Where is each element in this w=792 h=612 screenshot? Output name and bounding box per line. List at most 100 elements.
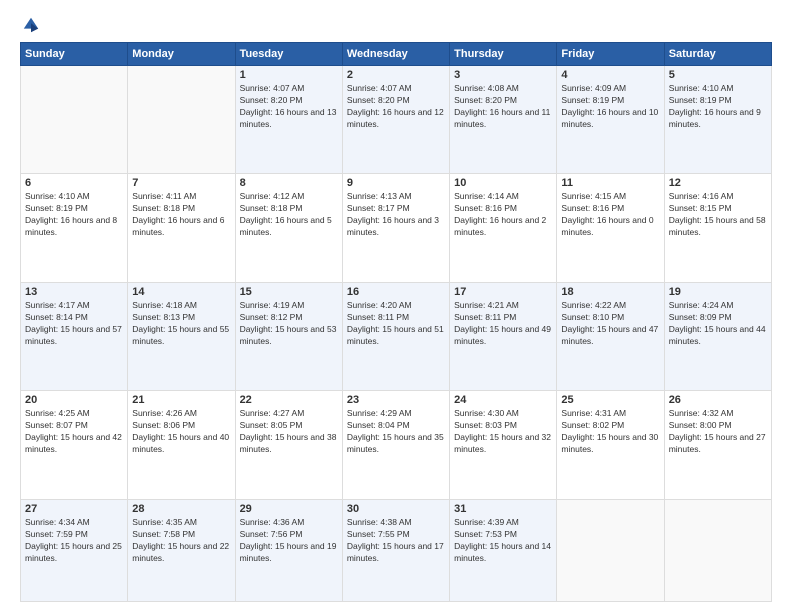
day-info: Sunrise: 4:34 AM Sunset: 7:59 PM Dayligh… (25, 517, 123, 565)
calendar-cell: 28 Sunrise: 4:35 AM Sunset: 7:58 PM Dayli… (128, 499, 235, 601)
day-info: Sunrise: 4:32 AM Sunset: 8:00 PM Dayligh… (669, 408, 767, 456)
day-number: 29 (240, 503, 338, 515)
day-info: Sunrise: 4:35 AM Sunset: 7:58 PM Dayligh… (132, 517, 230, 565)
day-number: 7 (132, 177, 230, 189)
day-number: 10 (454, 177, 552, 189)
day-info: Sunrise: 4:21 AM Sunset: 8:11 PM Dayligh… (454, 300, 552, 348)
day-info: Sunrise: 4:18 AM Sunset: 8:13 PM Dayligh… (132, 300, 230, 348)
calendar-cell: 25 Sunrise: 4:31 AM Sunset: 8:02 PM Dayli… (557, 391, 664, 499)
calendar-cell: 12Sunrise: 4:16 AM Sunset: 8:15 PM Dayli… (664, 174, 771, 282)
calendar-cell: 22 Sunrise: 4:27 AM Sunset: 8:05 PM Dayli… (235, 391, 342, 499)
day-number: 20 (25, 394, 123, 406)
calendar-cell: 20 Sunrise: 4:25 AM Sunset: 8:07 PM Dayli… (21, 391, 128, 499)
calendar-cell: 3 Sunrise: 4:08 AM Sunset: 8:20 PM Daylig… (450, 66, 557, 174)
calendar-cell: 19 Sunrise: 4:24 AM Sunset: 8:09 PM Dayli… (664, 282, 771, 390)
calendar-day-header: Monday (128, 43, 235, 66)
day-number: 9 (347, 177, 445, 189)
day-info: Sunrise: 4:26 AM Sunset: 8:06 PM Dayligh… (132, 408, 230, 456)
calendar-week-row: 13 Sunrise: 4:17 AM Sunset: 8:14 PM Dayli… (21, 282, 772, 390)
calendar-cell: 14 Sunrise: 4:18 AM Sunset: 8:13 PM Dayli… (128, 282, 235, 390)
day-number: 26 (669, 394, 767, 406)
calendar-week-row: 20 Sunrise: 4:25 AM Sunset: 8:07 PM Dayli… (21, 391, 772, 499)
calendar-cell: 13 Sunrise: 4:17 AM Sunset: 8:14 PM Dayli… (21, 282, 128, 390)
calendar-week-row: 1Sunrise: 4:07 AM Sunset: 8:20 PM Daylig… (21, 66, 772, 174)
calendar-cell: 27 Sunrise: 4:34 AM Sunset: 7:59 PM Dayli… (21, 499, 128, 601)
day-info: Sunrise: 4:10 AM Sunset: 8:19 PM Dayligh… (25, 191, 123, 239)
day-info: Sunrise: 4:08 AM Sunset: 8:20 PM Dayligh… (454, 83, 552, 131)
day-number: 25 (561, 394, 659, 406)
calendar-cell: 8 Sunrise: 4:12 AM Sunset: 8:18 PM Daylig… (235, 174, 342, 282)
day-info: Sunrise: 4:36 AM Sunset: 7:56 PM Dayligh… (240, 517, 338, 565)
day-number: 19 (669, 286, 767, 298)
day-info: Sunrise: 4:09 AM Sunset: 8:19 PM Dayligh… (561, 83, 659, 131)
calendar-header-row: SundayMondayTuesdayWednesdayThursdayFrid… (21, 43, 772, 66)
calendar-cell: 21 Sunrise: 4:26 AM Sunset: 8:06 PM Dayli… (128, 391, 235, 499)
day-info: Sunrise: 4:12 AM Sunset: 8:18 PM Dayligh… (240, 191, 338, 239)
calendar-cell (664, 499, 771, 601)
day-number: 5 (669, 69, 767, 81)
day-number: 4 (561, 69, 659, 81)
day-info: Sunrise: 4:14 AM Sunset: 8:16 PM Dayligh… (454, 191, 552, 239)
day-info: Sunrise: 4:29 AM Sunset: 8:04 PM Dayligh… (347, 408, 445, 456)
day-number: 18 (561, 286, 659, 298)
calendar-cell: 1Sunrise: 4:07 AM Sunset: 8:20 PM Daylig… (235, 66, 342, 174)
day-info: Sunrise: 4:11 AM Sunset: 8:18 PM Dayligh… (132, 191, 230, 239)
calendar-cell: 10 Sunrise: 4:14 AM Sunset: 8:16 PM Dayli… (450, 174, 557, 282)
calendar-cell: 4 Sunrise: 4:09 AM Sunset: 8:19 PM Daylig… (557, 66, 664, 174)
calendar-cell: 24Sunrise: 4:30 AM Sunset: 8:03 PM Dayli… (450, 391, 557, 499)
calendar-week-row: 27 Sunrise: 4:34 AM Sunset: 7:59 PM Dayli… (21, 499, 772, 601)
day-info: Sunrise: 4:38 AM Sunset: 7:55 PM Dayligh… (347, 517, 445, 565)
day-number: 14 (132, 286, 230, 298)
day-info: Sunrise: 4:31 AM Sunset: 8:02 PM Dayligh… (561, 408, 659, 456)
day-number: 3 (454, 69, 552, 81)
calendar-day-header: Sunday (21, 43, 128, 66)
day-number: 31 (454, 503, 552, 515)
calendar-cell (557, 499, 664, 601)
day-info: Sunrise: 4:07 AM Sunset: 8:20 PM Dayligh… (240, 83, 338, 131)
calendar-cell: 5Sunrise: 4:10 AM Sunset: 8:19 PM Daylig… (664, 66, 771, 174)
calendar-cell: 9Sunrise: 4:13 AM Sunset: 8:17 PM Daylig… (342, 174, 449, 282)
calendar-cell: 29 Sunrise: 4:36 AM Sunset: 7:56 PM Dayli… (235, 499, 342, 601)
calendar-cell: 23 Sunrise: 4:29 AM Sunset: 8:04 PM Dayli… (342, 391, 449, 499)
day-info: Sunrise: 4:39 AM Sunset: 7:53 PM Dayligh… (454, 517, 552, 565)
day-info: Sunrise: 4:24 AM Sunset: 8:09 PM Dayligh… (669, 300, 767, 348)
day-number: 24 (454, 394, 552, 406)
day-number: 28 (132, 503, 230, 515)
calendar-cell: 17 Sunrise: 4:21 AM Sunset: 8:11 PM Dayli… (450, 282, 557, 390)
day-info: Sunrise: 4:16 AM Sunset: 8:15 PM Dayligh… (669, 191, 767, 239)
calendar-day-header: Thursday (450, 43, 557, 66)
page: SundayMondayTuesdayWednesdayThursdayFrid… (0, 0, 792, 612)
day-number: 6 (25, 177, 123, 189)
day-number: 22 (240, 394, 338, 406)
day-info: Sunrise: 4:20 AM Sunset: 8:11 PM Dayligh… (347, 300, 445, 348)
calendar-cell: 6 Sunrise: 4:10 AM Sunset: 8:19 PM Daylig… (21, 174, 128, 282)
calendar-cell: 18Sunrise: 4:22 AM Sunset: 8:10 PM Dayli… (557, 282, 664, 390)
day-number: 2 (347, 69, 445, 81)
calendar-cell: 16 Sunrise: 4:20 AM Sunset: 8:11 PM Dayli… (342, 282, 449, 390)
calendar-cell: 30Sunrise: 4:38 AM Sunset: 7:55 PM Dayli… (342, 499, 449, 601)
logo-icon (22, 16, 40, 34)
calendar-cell: 2 Sunrise: 4:07 AM Sunset: 8:20 PM Daylig… (342, 66, 449, 174)
day-number: 23 (347, 394, 445, 406)
day-number: 21 (132, 394, 230, 406)
day-number: 11 (561, 177, 659, 189)
calendar-table: SundayMondayTuesdayWednesdayThursdayFrid… (20, 42, 772, 602)
day-number: 27 (25, 503, 123, 515)
day-number: 16 (347, 286, 445, 298)
day-info: Sunrise: 4:25 AM Sunset: 8:07 PM Dayligh… (25, 408, 123, 456)
calendar-day-header: Friday (557, 43, 664, 66)
day-info: Sunrise: 4:17 AM Sunset: 8:14 PM Dayligh… (25, 300, 123, 348)
day-info: Sunrise: 4:27 AM Sunset: 8:05 PM Dayligh… (240, 408, 338, 456)
day-number: 13 (25, 286, 123, 298)
calendar-day-header: Saturday (664, 43, 771, 66)
calendar-day-header: Wednesday (342, 43, 449, 66)
header (20, 16, 772, 34)
day-info: Sunrise: 4:07 AM Sunset: 8:20 PM Dayligh… (347, 83, 445, 131)
calendar-cell: 26 Sunrise: 4:32 AM Sunset: 8:00 PM Dayli… (664, 391, 771, 499)
day-number: 8 (240, 177, 338, 189)
calendar-cell (128, 66, 235, 174)
calendar-cell: 31 Sunrise: 4:39 AM Sunset: 7:53 PM Dayli… (450, 499, 557, 601)
day-number: 17 (454, 286, 552, 298)
day-info: Sunrise: 4:15 AM Sunset: 8:16 PM Dayligh… (561, 191, 659, 239)
calendar-cell: 11 Sunrise: 4:15 AM Sunset: 8:16 PM Dayli… (557, 174, 664, 282)
